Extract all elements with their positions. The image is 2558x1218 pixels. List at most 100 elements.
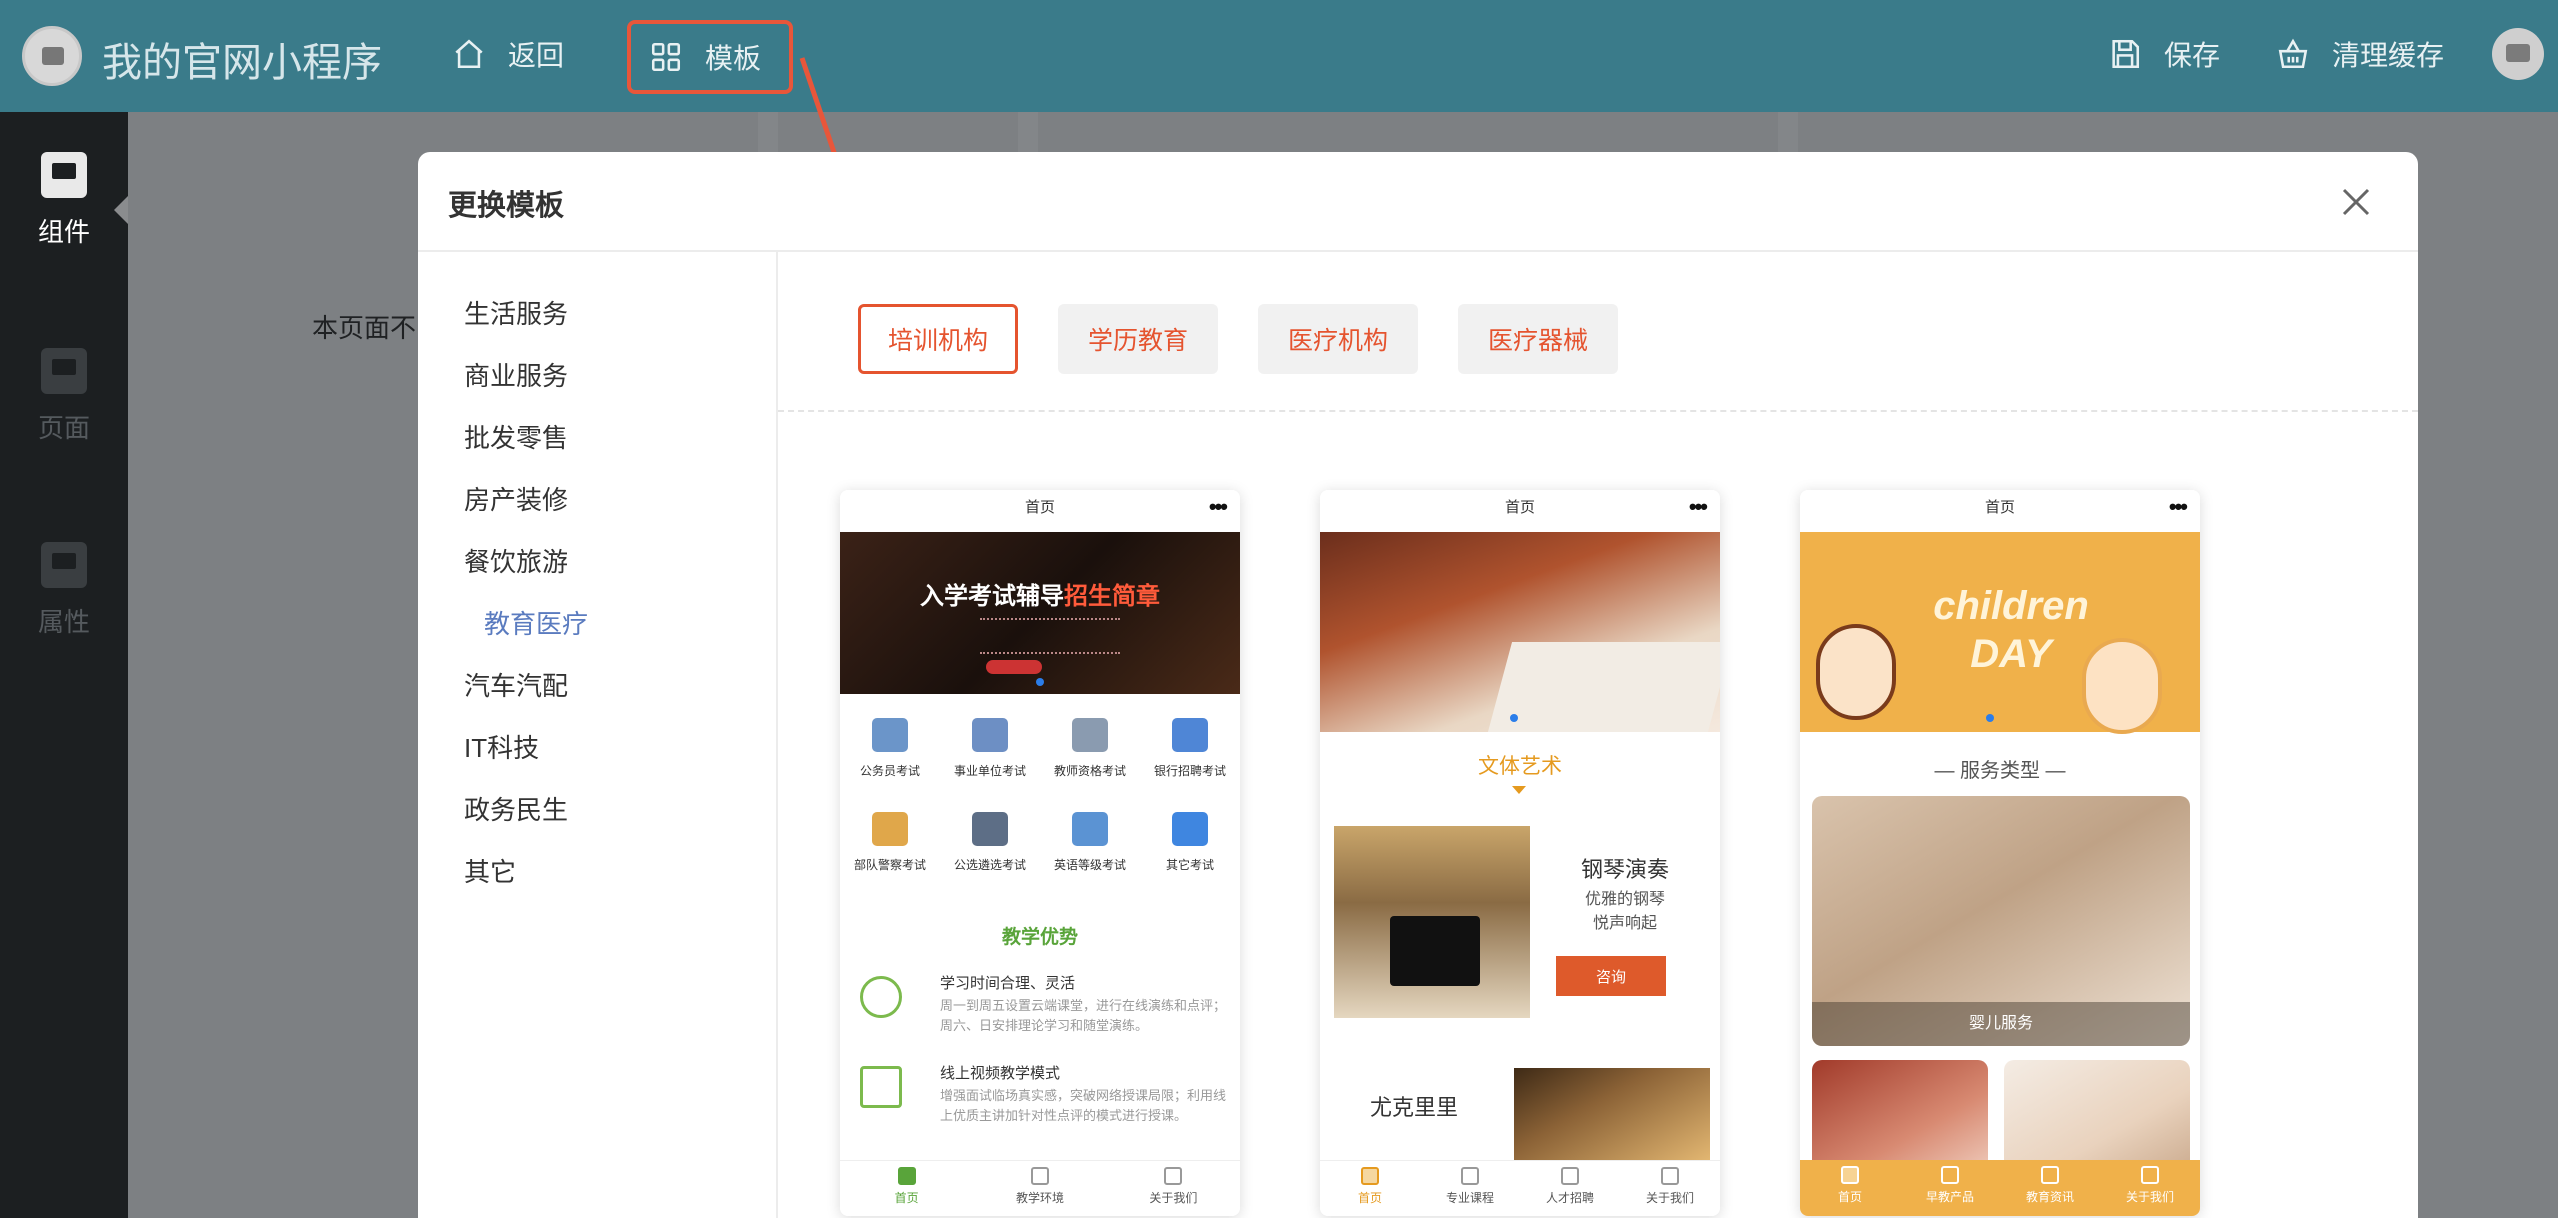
tab-training[interactable]: 培训机构: [858, 304, 1018, 374]
home-icon: [455, 39, 483, 69]
teacher-icon: [1072, 718, 1108, 752]
home-icon: [1841, 1166, 1859, 1184]
grid-item: 事业单位考试: [940, 718, 1040, 779]
category-item[interactable]: 其它: [464, 852, 516, 889]
grid-icon: [1561, 1167, 1579, 1185]
phone-tab: 关于我们: [1107, 1161, 1240, 1216]
template-preview-card[interactable]: 首页 ••• 文体艺术 钢琴演奏 优雅的钢琴 悦声响起 咨询 尤克里里 首页 专业…: [1320, 490, 1720, 1216]
home-icon: [1361, 1167, 1379, 1185]
sidebar-item-label: 组件: [37, 217, 90, 247]
template-preview-card[interactable]: 首页 ••• children DAY — 服务类型 — 婴儿服务 首页 早教产…: [1800, 490, 2200, 1216]
category-item[interactable]: 生活服务: [464, 294, 568, 331]
active-pointer: [114, 196, 128, 224]
left-sidebar: 组件 页面 属性: [0, 112, 128, 1218]
phone-tab: 首页: [840, 1161, 973, 1216]
phone-header: 首页 •••: [1320, 490, 1720, 532]
banner-image: [1320, 532, 1720, 732]
close-icon[interactable]: [2336, 182, 2376, 222]
section-title: 教学优势: [1001, 927, 1078, 948]
phone-tab-label: 首页: [894, 1191, 919, 1205]
tab-academic[interactable]: 学历教育: [1058, 304, 1218, 374]
piano-shape: [1390, 916, 1480, 986]
category-item[interactable]: 商业服务: [464, 356, 568, 393]
template-preview-card[interactable]: 首页 ••• 入学考试辅导招生简章 公务员考试 事业单位考试 教师资格考试 银行…: [840, 490, 1240, 1216]
grid-icon: [1030, 1167, 1049, 1185]
back-button[interactable]: 返回: [452, 32, 564, 76]
phone-icon: [2141, 1166, 2159, 1184]
section-title: — 服务类型 —: [1934, 760, 2066, 782]
clipboard-icon: [1172, 718, 1208, 752]
more-icon: •••: [1208, 494, 1228, 519]
document-icon: [2041, 1166, 2059, 1184]
grid-item: 英语等级考试: [1040, 812, 1140, 873]
advantage-desc: 增强面试临场真实感，突破网络授课局限；利用线上优质主讲加针对性点评的模式进行授课…: [940, 1088, 1227, 1123]
image-caption: 婴儿服务: [1812, 1002, 2190, 1046]
modal-title: 更换模板: [448, 190, 565, 222]
more-icon: •••: [1688, 494, 1708, 519]
phone-tab-label: 首页: [1357, 1191, 1382, 1205]
user-avatar[interactable]: [2492, 28, 2544, 80]
item-title: 钢琴演奏: [1580, 857, 1669, 882]
phone-tabbar: 首页 教学环境 关于我们: [840, 1160, 1240, 1216]
banner-title: 入学考试辅导招生简章: [840, 576, 1240, 611]
category-item[interactable]: IT科技: [464, 728, 539, 765]
category-item[interactable]: 汽车汽配: [464, 666, 568, 703]
grid-item: 其它考试: [1140, 812, 1240, 873]
grid-item-label: 事业单位考试: [953, 764, 1026, 778]
subcategory-tabs: 培训机构 学历教育 医疗机构 医疗器械: [778, 252, 2418, 412]
canvas-notice-text: 本页面不: [312, 313, 417, 343]
grid-item: 教师资格考试: [1040, 718, 1140, 779]
section-title-text: 服务类型: [1960, 760, 2040, 782]
phone-tab: 关于我们: [1620, 1161, 1720, 1216]
item-desc-line: 优雅的钢琴: [1584, 891, 1665, 908]
more-icon: •••: [2168, 494, 2188, 519]
phone-tab-label: 早教产品: [1925, 1190, 1974, 1204]
banner-title-main: 入学考试辅导: [920, 583, 1064, 610]
carousel-indicator: [1036, 678, 1044, 686]
category-item[interactable]: 房产装修: [464, 480, 568, 517]
back-button-label: 返回: [508, 40, 565, 71]
tab-medical-devices[interactable]: 医疗器械: [1458, 304, 1618, 374]
clear-cache-button-label: 清理缓存: [2332, 40, 2445, 71]
phone-tab: 首页: [1800, 1160, 1900, 1216]
advantage-title: 学习时间合理、灵活: [940, 975, 1076, 992]
phone-page-title: 首页: [1024, 499, 1055, 516]
grid-item-label: 教师资格考试: [1053, 764, 1126, 778]
people-icon: [872, 718, 908, 752]
piano-image: [1334, 826, 1530, 1018]
trophy-icon: [872, 812, 908, 846]
sidebar-item-properties[interactable]: 属性: [0, 542, 128, 639]
grid-item-label: 其它考试: [1165, 858, 1214, 872]
grid-item-label: 部队警察考试: [853, 858, 926, 872]
save-button[interactable]: 保存: [2108, 32, 2220, 76]
category-item[interactable]: 政务民生: [464, 790, 568, 827]
advantage-desc: 周一到周五设置云端课堂，进行在线演练和点评；周六、日安排理论学习和随堂演练。: [940, 998, 1227, 1033]
caret-down-icon: [1512, 786, 1526, 794]
category-item[interactable]: 餐饮旅游: [464, 542, 568, 579]
phone-tabbar: 首页 专业课程 人才招聘 关于我们: [1320, 1160, 1720, 1216]
phone-tab-label: 首页: [1837, 1190, 1862, 1204]
phone-tab: 人才招聘: [1520, 1161, 1620, 1216]
top-bar: 我的官网小程序 返回 模板 保存 清理缓存: [0, 0, 2558, 112]
phone-tab: 首页: [1320, 1161, 1420, 1216]
phone-tab-label: 人才招聘: [1545, 1191, 1594, 1205]
phone-tab-label: 教育资讯: [2025, 1190, 2074, 1204]
carousel-indicator: [1986, 714, 1994, 722]
template-button[interactable]: 模板: [627, 20, 793, 94]
tab-medical[interactable]: 医疗机构: [1258, 304, 1418, 374]
consult-button: 咨询: [1556, 956, 1666, 996]
banner-title: children DAY: [1933, 584, 2089, 676]
advantage-title: 线上视频教学模式: [940, 1065, 1061, 1082]
clock-icon: [860, 976, 902, 1018]
sidebar-item-components[interactable]: 组件: [0, 152, 128, 249]
grid-item-label: 公选遴选考试: [953, 858, 1026, 872]
category-item[interactable]: 批发零售: [464, 418, 568, 455]
grid-item: 公务员考试: [840, 718, 940, 779]
category-item-active[interactable]: 教育医疗: [484, 604, 588, 641]
exam-grid-row: 公务员考试 事业单位考试 教师资格考试 银行招聘考试: [840, 718, 1240, 779]
sidebar-item-pages[interactable]: 页面: [0, 348, 128, 445]
clear-cache-button[interactable]: 清理缓存: [2276, 32, 2444, 76]
phone-tab-label: 专业课程: [1445, 1191, 1494, 1205]
carousel-indicator: [1510, 714, 1518, 722]
banner-paper: [1487, 642, 1720, 732]
